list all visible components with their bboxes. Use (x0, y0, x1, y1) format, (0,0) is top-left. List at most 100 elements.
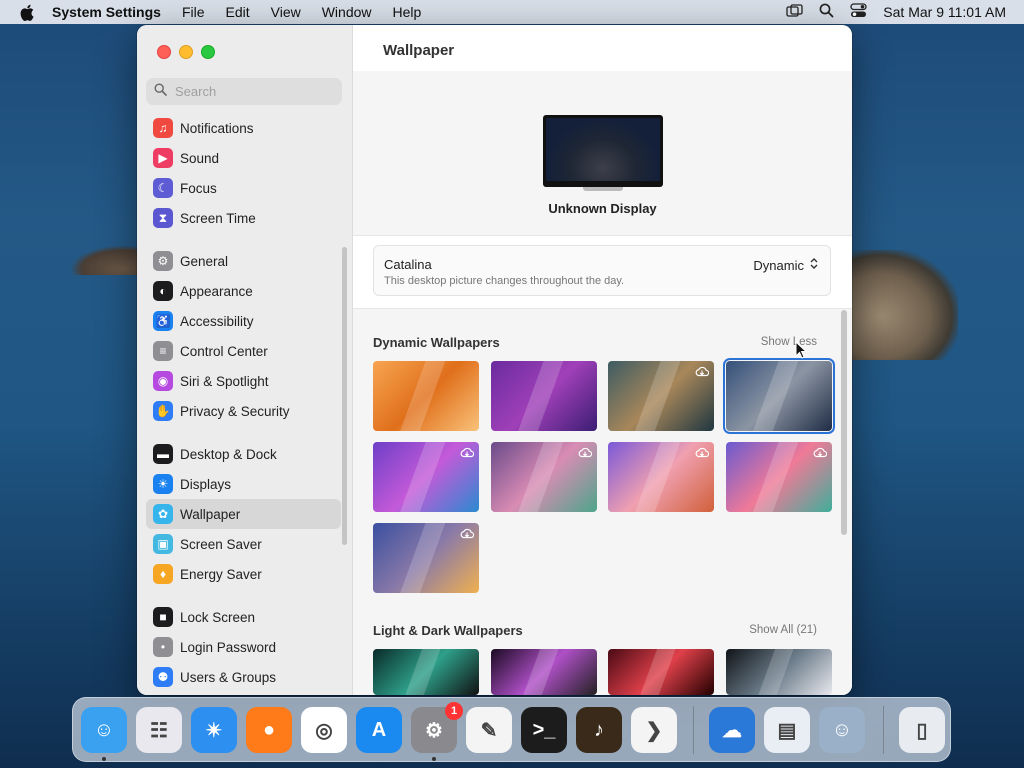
dock-weather-icon[interactable]: ☁ (709, 707, 755, 753)
wallpaper-thumbnail-big-sur-color-2[interactable] (490, 442, 597, 512)
screen-mirroring-icon[interactable] (786, 3, 803, 21)
main-scrollbar[interactable] (841, 310, 847, 535)
cloud-download-icon[interactable] (460, 445, 475, 458)
spotlight-search-icon[interactable] (819, 3, 834, 21)
dock-icon: ▬ (153, 444, 173, 464)
menu-window[interactable]: Window (322, 4, 372, 20)
wallpaper-thumbnail-big-sur-color-1[interactable] (373, 442, 479, 512)
menu-edit[interactable]: Edit (226, 4, 250, 20)
display-stand (583, 187, 623, 191)
dock-chrome-icon[interactable]: ◎ (301, 707, 347, 753)
sidebar-item-label: Accessibility (180, 313, 254, 329)
dock-safari-icon[interactable]: ✴ (191, 707, 237, 753)
wallpaper-mode-value: Dynamic (753, 257, 804, 273)
wallpaper-mode-select[interactable]: Dynamic (753, 257, 818, 273)
toggles-icon: ≡ (153, 341, 173, 361)
wallpaper-thumbnail-catalina[interactable] (722, 358, 835, 434)
thumbnail-shade (725, 649, 832, 695)
sidebar-item-login-password[interactable]: • Login Password (146, 632, 341, 662)
dock-settings-icon[interactable]: ⚙ 1 (411, 702, 463, 753)
sidebar-item-focus[interactable]: ☾ Focus (146, 173, 341, 203)
light-dark-thumbnail-ld-4[interactable] (725, 649, 832, 695)
wallpaper-thumbnail-big-sur-coast[interactable] (608, 361, 714, 431)
dock-launchpad-icon[interactable]: ☷ (136, 707, 182, 753)
sidebar-item-displays[interactable]: ☀ Displays (146, 469, 341, 499)
sidebar: ♫ Notifications ▶ Sound ☾ Focus ⧗ Screen Time ⚙ G… (137, 25, 353, 695)
dock-trash-icon[interactable]: ▯ (899, 707, 945, 753)
dock-finder2-icon[interactable]: ☺ (819, 707, 865, 753)
control-center-icon[interactable] (850, 3, 867, 21)
sidebar-item-wallpaper[interactable]: ✿ Wallpaper (146, 499, 341, 529)
dock-finder-icon[interactable]: ☺ (81, 707, 127, 753)
thumbnail-shade (373, 649, 479, 695)
menu-file[interactable]: File (182, 4, 205, 20)
show-all-link[interactable]: Show All (21) (749, 624, 817, 636)
hourglass-icon: ⧗ (153, 208, 173, 228)
minimize-button[interactable] (179, 45, 193, 59)
light-dark-thumbnail-ld-3[interactable] (608, 649, 714, 695)
sidebar-item-sound[interactable]: ▶ Sound (146, 143, 341, 173)
sidebar-item-accessibility[interactable]: ♿ Accessibility (146, 306, 341, 336)
show-less-link[interactable]: Show Less (761, 336, 817, 348)
search-input[interactable] (173, 83, 327, 100)
sidebar-item-desktop-dock[interactable]: ▬ Desktop & Dock (146, 439, 341, 469)
wallpaper-thumbnail-ventura[interactable] (373, 361, 479, 431)
sun-icon: ☀ (153, 474, 173, 494)
gear-icon: ⚙ (153, 251, 173, 271)
sidebar-item-privacy-security[interactable]: ✋ Privacy & Security (146, 396, 341, 426)
current-wallpaper-name: Catalina (384, 257, 432, 272)
sidebar-item-label: Energy Saver (180, 566, 262, 582)
cloud-download-icon[interactable] (460, 526, 475, 539)
wallpaper-thumbnail-big-sur-color-3[interactable] (608, 442, 714, 512)
hand-icon: ✋ (153, 401, 173, 421)
dock-appstore-icon[interactable]: A (356, 707, 402, 753)
sidebar-item-appearance[interactable]: ◐ Appearance (146, 276, 341, 306)
cloud-download-icon[interactable] (578, 445, 592, 458)
sidebar-search[interactable] (146, 78, 342, 105)
sidebar-item-general[interactable]: ⚙ General (146, 246, 341, 276)
wallpaper-thumbnail-monterey[interactable] (490, 361, 597, 431)
apple-menu-icon[interactable] (18, 3, 36, 21)
dock-guitar-icon[interactable]: ♪ (576, 707, 622, 753)
display-preview[interactable] (543, 115, 663, 191)
dock-terminal-icon[interactable]: >_ (521, 707, 567, 753)
users-icon: ⚉ (153, 667, 173, 687)
sidebar-item-label: Focus (180, 180, 217, 196)
dock-vscode-icon[interactable]: ❯ (631, 707, 677, 753)
cloud-download-icon[interactable] (695, 445, 710, 458)
sidebar-item-label: Desktop & Dock (180, 446, 277, 462)
sidebar-item-control-center[interactable]: ≡ Control Center (146, 336, 341, 366)
page-title: Wallpaper (383, 42, 455, 59)
light-dark-thumbnail-ld-1[interactable] (373, 649, 479, 695)
wallpaper-thumbnail-big-sur-color-4[interactable] (725, 442, 832, 512)
cloud-download-icon[interactable] (813, 445, 827, 458)
menu-help[interactable]: Help (393, 4, 422, 20)
menu-view[interactable]: View (271, 4, 301, 20)
sidebar-item-energy-saver[interactable]: ♦ Energy Saver (146, 559, 341, 589)
zoom-button[interactable] (201, 45, 215, 59)
sidebar-item-label: Screen Saver (180, 536, 262, 552)
wallpaper-thumbnail-hello-gradient[interactable] (373, 523, 479, 593)
dock-firefox-icon[interactable]: ● (246, 707, 292, 753)
cloud-download-icon[interactable] (695, 364, 710, 377)
sidebar-scrollbar[interactable] (342, 247, 347, 545)
flower-icon: ✿ (153, 504, 173, 524)
sidebar-item-users-groups[interactable]: ⚉ Users & Groups (146, 662, 341, 692)
dock-preview-icon[interactable]: ▤ (764, 707, 810, 753)
thumbnail-shade (608, 649, 714, 695)
sidebar-item-screen-time[interactable]: ⧗ Screen Time (146, 203, 341, 233)
light-dark-section-title: Light & Dark Wallpapers (373, 623, 523, 638)
sidebar-item-screen-saver[interactable]: ▣ Screen Saver (146, 529, 341, 559)
sidebar-item-siri-spotlight[interactable]: ◉ Siri & Spotlight (146, 366, 341, 396)
appearance-icon: ◐ (153, 281, 173, 301)
sidebar-item-notifications[interactable]: ♫ Notifications (146, 113, 341, 143)
menu-clock[interactable]: Sat Mar 9 11:01 AM (883, 4, 1006, 20)
menu-app-name[interactable]: System Settings (52, 4, 161, 20)
close-button[interactable] (157, 45, 171, 59)
sidebar-item-lock-screen[interactable]: ■ Lock Screen (146, 602, 341, 632)
dock: ☺ ☷ ✴ ● ◎ A ⚙ 1 ✎ >_ ♪ ❯ ☁ ▤ ☺ ▯ (72, 697, 951, 762)
screensaver-icon: ▣ (153, 534, 173, 554)
dock-textedit-icon[interactable]: ✎ (466, 707, 512, 753)
wallpaper-island-right (848, 250, 958, 360)
light-dark-thumbnail-ld-2[interactable] (490, 649, 597, 695)
